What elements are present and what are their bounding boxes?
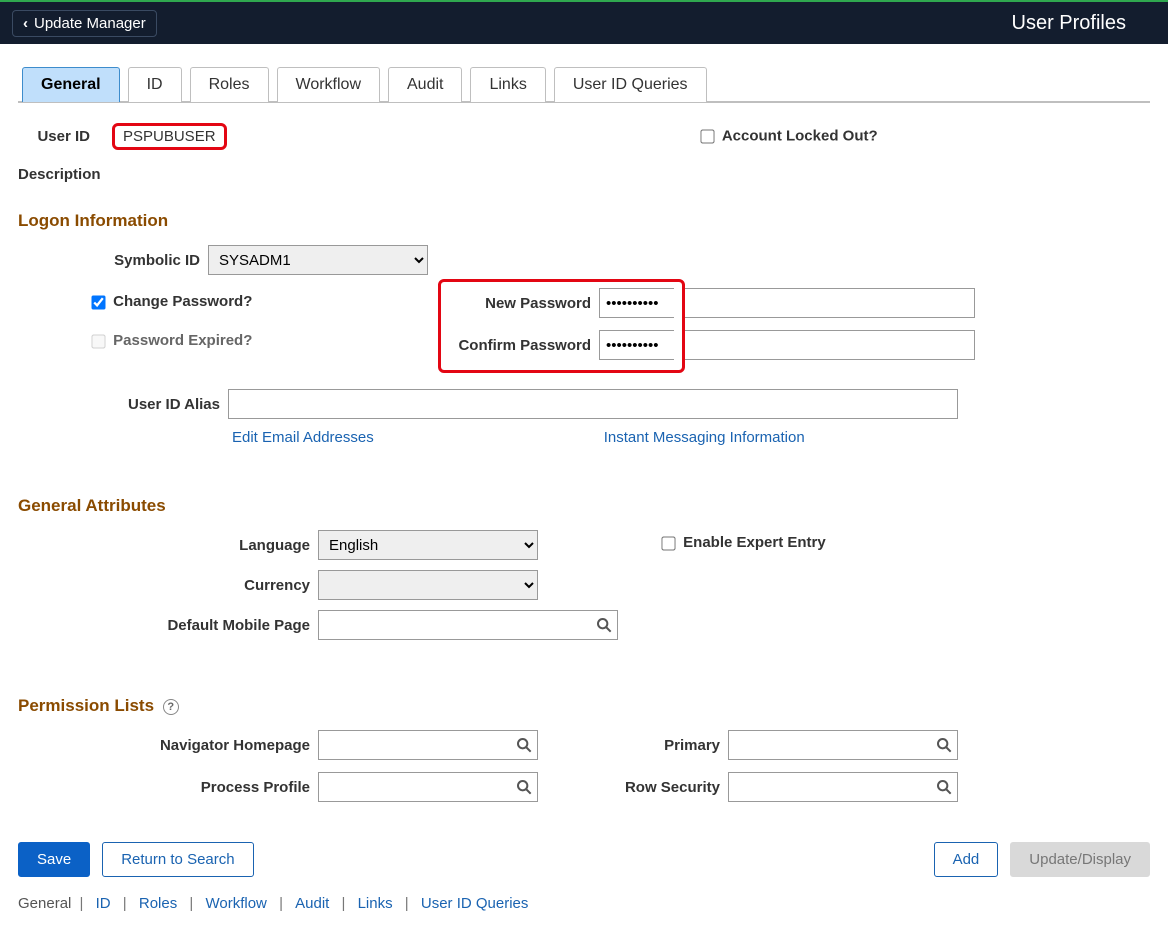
tab-links[interactable]: Links <box>470 67 545 102</box>
process-profile-input[interactable] <box>318 772 538 802</box>
return-to-search-button[interactable]: Return to Search <box>102 842 253 877</box>
row-security-label: Row Security <box>598 779 728 796</box>
default-mobile-label: Default Mobile Page <box>18 617 318 634</box>
top-bar: ‹ Update Manager User Profiles <box>0 0 1168 44</box>
breadcrumb-workflow[interactable]: Workflow <box>205 895 266 912</box>
chevron-left-icon: ‹ <box>23 15 28 32</box>
password-expired-field[interactable]: Password Expired? <box>88 332 252 349</box>
breadcrumb-roles[interactable]: Roles <box>139 895 177 912</box>
user-id-label: User ID <box>18 128 98 145</box>
instant-messaging-link[interactable]: Instant Messaging Information <box>604 429 805 446</box>
symbolic-id-label: Symbolic ID <box>18 252 208 269</box>
search-icon[interactable] <box>936 779 952 795</box>
breadcrumb-current: General <box>18 895 71 912</box>
nav-home-input[interactable] <box>318 730 538 760</box>
language-label: Language <box>18 537 318 554</box>
back-button[interactable]: ‹ Update Manager <box>12 10 157 37</box>
confirm-password-input-a[interactable] <box>599 330 674 360</box>
change-password-field[interactable]: Change Password? <box>88 293 252 310</box>
breadcrumb-id[interactable]: ID <box>96 895 111 912</box>
edit-email-link[interactable]: Edit Email Addresses <box>232 429 374 446</box>
section-general-attrs-heading: General Attributes <box>18 496 1150 516</box>
user-id-alias-input[interactable] <box>228 389 958 419</box>
page-title: User Profiles <box>1012 12 1126 35</box>
confirm-password-input-b[interactable] <box>685 330 975 360</box>
change-password-label: Change Password? <box>113 293 252 310</box>
account-locked-field[interactable]: Account Locked Out? <box>697 127 877 146</box>
language-select[interactable]: English <box>318 530 538 560</box>
confirm-password-label: Confirm Password <box>449 337 599 354</box>
enable-expert-checkbox[interactable] <box>661 536 675 550</box>
tab-workflow[interactable]: Workflow <box>277 67 381 102</box>
new-password-input-b[interactable] <box>685 288 975 318</box>
tab-id[interactable]: ID <box>128 67 182 102</box>
search-icon[interactable] <box>596 617 612 633</box>
save-button[interactable]: Save <box>18 842 90 877</box>
tab-audit[interactable]: Audit <box>388 67 462 102</box>
section-permission-heading: Permission Lists ? <box>18 696 1150 716</box>
breadcrumb-user-id-queries[interactable]: User ID Queries <box>421 895 529 912</box>
default-mobile-input[interactable] <box>318 610 618 640</box>
tab-user-id-queries[interactable]: User ID Queries <box>554 67 707 102</box>
search-icon[interactable] <box>516 737 532 753</box>
breadcrumb-audit[interactable]: Audit <box>295 895 329 912</box>
account-locked-checkbox[interactable] <box>701 129 715 143</box>
add-button[interactable]: Add <box>934 842 999 877</box>
change-password-checkbox[interactable] <box>91 295 105 309</box>
symbolic-id-select[interactable]: SYSADM1 <box>208 245 428 275</box>
currency-label: Currency <box>18 577 318 594</box>
permission-heading-text: Permission Lists <box>18 696 154 715</box>
help-icon[interactable]: ? <box>163 699 179 715</box>
tabs: General ID Roles Workflow Audit Links Us… <box>18 44 1150 103</box>
process-profile-label: Process Profile <box>18 779 318 796</box>
enable-expert-label: Enable Expert Entry <box>683 534 826 551</box>
tab-roles[interactable]: Roles <box>190 67 269 102</box>
primary-label: Primary <box>598 737 728 754</box>
user-id-value: PSPUBUSER <box>112 123 227 150</box>
bottom-bar: Save Return to Search Add Update/Display <box>18 842 1150 877</box>
tab-general[interactable]: General <box>22 67 120 102</box>
new-password-input-a[interactable] <box>599 288 674 318</box>
user-id-alias-label: User ID Alias <box>18 396 228 413</box>
password-expired-checkbox <box>91 334 105 348</box>
account-locked-label: Account Locked Out? <box>722 127 878 144</box>
password-expired-label: Password Expired? <box>113 332 252 349</box>
primary-input[interactable] <box>728 730 958 760</box>
search-icon[interactable] <box>516 779 532 795</box>
row-security-input[interactable] <box>728 772 958 802</box>
password-highlight-box: New Password Confirm Password <box>438 279 685 373</box>
nav-home-label: Navigator Homepage <box>18 737 318 754</box>
section-logon-heading: Logon Information <box>18 211 1150 231</box>
description-label: Description <box>18 166 122 183</box>
back-label: Update Manager <box>34 15 146 32</box>
update-display-button: Update/Display <box>1010 842 1150 877</box>
currency-select[interactable] <box>318 570 538 600</box>
search-icon[interactable] <box>936 737 952 753</box>
breadcrumb-links[interactable]: Links <box>358 895 393 912</box>
new-password-label: New Password <box>449 295 599 312</box>
breadcrumb: General | ID | Roles | Workflow | Audit … <box>18 895 1150 912</box>
enable-expert-field[interactable]: Enable Expert Entry <box>658 534 826 551</box>
